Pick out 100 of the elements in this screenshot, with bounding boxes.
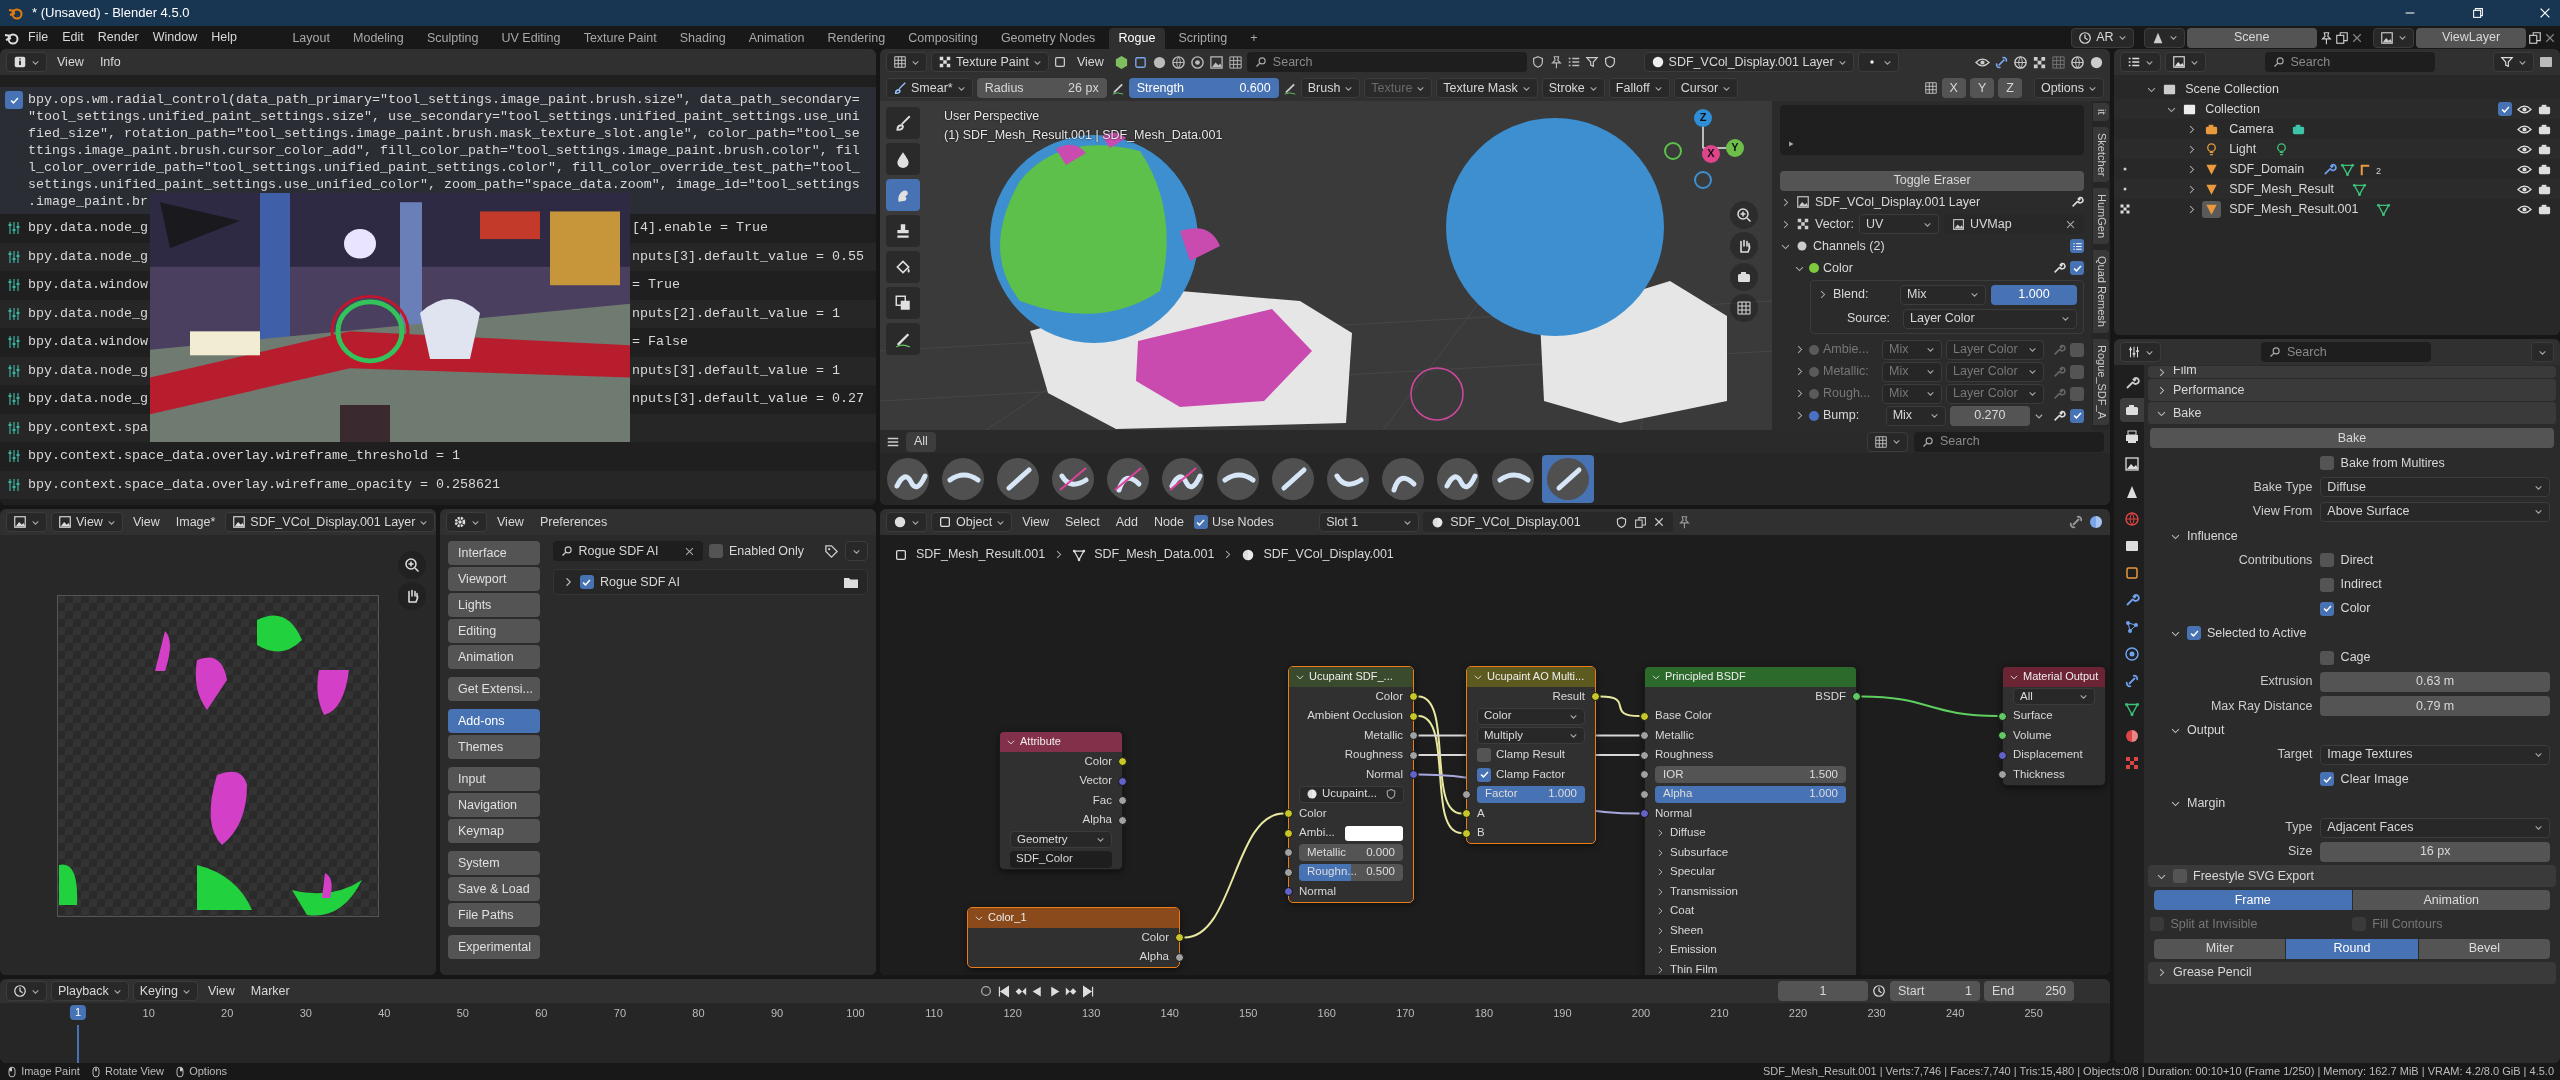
- shelf-tab[interactable]: All: [906, 431, 936, 452]
- outliner-item[interactable]: Light: [2229, 141, 2257, 157]
- view-layer-field[interactable]: ViewLayer: [2416, 27, 2526, 48]
- sidebar-tab[interactable]: Quad Remesh: [2093, 249, 2109, 333]
- menu-item[interactable]: Window: [146, 27, 204, 48]
- axis-handle[interactable]: Y: [1726, 139, 1744, 157]
- number-field[interactable]: 16 px: [2320, 841, 2550, 862]
- workspace-tab[interactable]: Shading: [669, 28, 736, 49]
- outliner-item[interactable]: SDF_Domain: [2229, 161, 2305, 177]
- workspace-tab[interactable]: Layout: [282, 28, 340, 49]
- sidebar-tab[interactable]: HumGen: [2093, 187, 2109, 244]
- blend-dropdown[interactable]: Mix: [1885, 406, 1946, 426]
- node-group-dropdown[interactable]: Ucupaint...: [1299, 785, 1404, 803]
- checkbox-label[interactable]: Clamp Result: [1496, 748, 1566, 763]
- checkbox-label[interactable]: Cage: [2340, 650, 2371, 665]
- search-field[interactable]: Search: [1246, 52, 1527, 72]
- workspace-tab[interactable]: Modeling: [343, 28, 414, 49]
- workspace-dropdown[interactable]: AR: [2071, 27, 2134, 48]
- sidebar-button[interactable]: Input: [448, 767, 540, 791]
- panel-header[interactable]: Performance: [2148, 379, 2556, 401]
- sidebar-button[interactable]: Interface: [448, 541, 540, 565]
- source-dropdown[interactable]: Layer Color: [1903, 309, 2077, 329]
- subpanel-title[interactable]: Output: [2187, 722, 2225, 738]
- search-field[interactable]: Search: [1914, 431, 2104, 452]
- menu-item[interactable]: Node: [1148, 512, 1190, 532]
- workspace-tab[interactable]: Animation: [738, 28, 815, 49]
- search-field[interactable]: Rogue SDF AI: [552, 541, 703, 561]
- menu-item[interactable]: Marker: [244, 981, 296, 1001]
- menu-dropdown[interactable]: Texture Mask: [1436, 78, 1538, 98]
- outliner-item[interactable]: Scene Collection: [2185, 81, 2279, 97]
- blend-factor-field[interactable]: 1.000: [1991, 285, 2077, 305]
- menu-item[interactable]: View: [1070, 52, 1110, 72]
- options-dropdown[interactable]: Options: [2033, 78, 2104, 98]
- menu-item[interactable]: Render: [91, 27, 145, 48]
- panel-label[interactable]: Emission: [1670, 943, 1717, 958]
- menu-dropdown[interactable]: Stroke: [1541, 78, 1605, 98]
- workspace-tab[interactable]: Compositing: [898, 28, 988, 49]
- outliner-item[interactable]: SDF_Mesh_Result: [2229, 181, 2335, 197]
- end-field[interactable]: End 250: [1984, 981, 2074, 1001]
- dropdown[interactable]: Diffuse: [2320, 477, 2550, 498]
- sidebar-button[interactable]: Navigation: [448, 793, 540, 817]
- subpanel-title[interactable]: Selected to Active: [2207, 625, 2307, 641]
- slot-dropdown[interactable]: Slot 1: [1319, 512, 1420, 532]
- toggle-button[interactable]: Animation: [2352, 890, 2550, 911]
- dropdown[interactable]: Image Textures: [2320, 744, 2550, 765]
- text-field[interactable]: SDF_Color: [1010, 850, 1112, 868]
- axis-handle[interactable]: X: [1702, 145, 1720, 163]
- menu-dropdown[interactable]: Playback: [51, 981, 129, 1001]
- sidebar-button[interactable]: File Paths: [448, 903, 540, 927]
- preset-dropdown[interactable]: Smear*: [886, 78, 973, 98]
- material-field[interactable]: SDF_VCol_Display.001: [1423, 512, 1674, 532]
- subpanel-title[interactable]: Margin: [2187, 795, 2226, 811]
- checkbox-label[interactable]: Color: [2340, 601, 2371, 617]
- panel-header[interactable]: Freestyle SVG Export: [2148, 865, 2556, 888]
- checkbox-label[interactable]: Clamp Factor: [1496, 767, 1566, 782]
- workspace-tab[interactable]: Geometry Nodes: [990, 28, 1106, 49]
- axis-handle[interactable]: Z: [1694, 109, 1712, 127]
- checkbox-label[interactable]: Enabled Only: [729, 543, 805, 559]
- menu-item[interactable]: Preferences: [533, 512, 614, 532]
- sidebar-button[interactable]: Experimental: [448, 935, 540, 959]
- panel-label[interactable]: Sheen: [1670, 923, 1704, 938]
- panel-label[interactable]: Diffuse: [1670, 826, 1706, 841]
- workspace-tab[interactable]: Scripting: [1168, 28, 1238, 49]
- menu-dropdown[interactable]: Keying: [132, 981, 198, 1001]
- panel-label[interactable]: Thin Film: [1670, 962, 1718, 975]
- workspace-tab[interactable]: UV Editing: [491, 28, 571, 49]
- menu-item[interactable]: Select: [1059, 512, 1106, 532]
- checkbox-label[interactable]: Clear Image: [2340, 771, 2409, 787]
- playhead[interactable]: 1: [69, 1005, 87, 1021]
- number-field[interactable]: 0.79 m: [2320, 696, 2550, 717]
- number-field[interactable]: 0.63 m: [2320, 671, 2550, 692]
- workspace-tab[interactable]: Sculpting: [416, 28, 489, 49]
- sidebar-button[interactable]: Animation: [448, 645, 540, 669]
- addon-row[interactable]: Rogue SDF AI: [552, 569, 868, 595]
- sidebar-button[interactable]: Keymap: [448, 819, 540, 843]
- sidebar-button[interactable]: Get Extensi...: [448, 677, 540, 701]
- dropdown[interactable]: Multiply: [1477, 727, 1585, 745]
- menu-dropdown[interactable]: Cursor: [1673, 78, 1739, 98]
- slider-field[interactable]: Metallic 0.000: [1299, 844, 1403, 862]
- dropdown[interactable]: Adjacent Faces: [2320, 817, 2550, 838]
- sidebar-button[interactable]: Save & Load: [448, 877, 540, 901]
- toggle-eraser-button[interactable]: Toggle Eraser: [1780, 170, 2084, 191]
- panel-header[interactable]: Bake: [2148, 402, 2556, 424]
- workspace-tab[interactable]: Rogue: [1108, 28, 1166, 49]
- axis-toggle[interactable]: Z: [1998, 78, 2022, 98]
- panel-label[interactable]: Subsurface: [1670, 845, 1729, 860]
- toggle-button[interactable]: Bevel: [2418, 938, 2550, 959]
- menu-item[interactable]: View: [51, 52, 90, 72]
- panel-label[interactable]: Specular: [1670, 865, 1716, 880]
- workspace-tab[interactable]: Texture Paint: [573, 28, 667, 49]
- sidebar-button[interactable]: Viewport: [448, 567, 540, 591]
- toggle-button[interactable]: Miter: [2154, 938, 2286, 959]
- blend-dropdown[interactable]: Mix: [1900, 285, 1986, 305]
- menu-item[interactable]: Add: [1109, 512, 1144, 532]
- workspace-tab[interactable]: Rendering: [817, 28, 896, 49]
- outliner-item[interactable]: Camera: [2229, 121, 2274, 137]
- uv-map-field[interactable]: UVMap: [1943, 214, 2084, 235]
- menu-item[interactable]: File: [22, 27, 55, 48]
- panel-label[interactable]: Coat: [1670, 904, 1695, 919]
- strength-field[interactable]: Strength 0.600: [1128, 78, 1279, 98]
